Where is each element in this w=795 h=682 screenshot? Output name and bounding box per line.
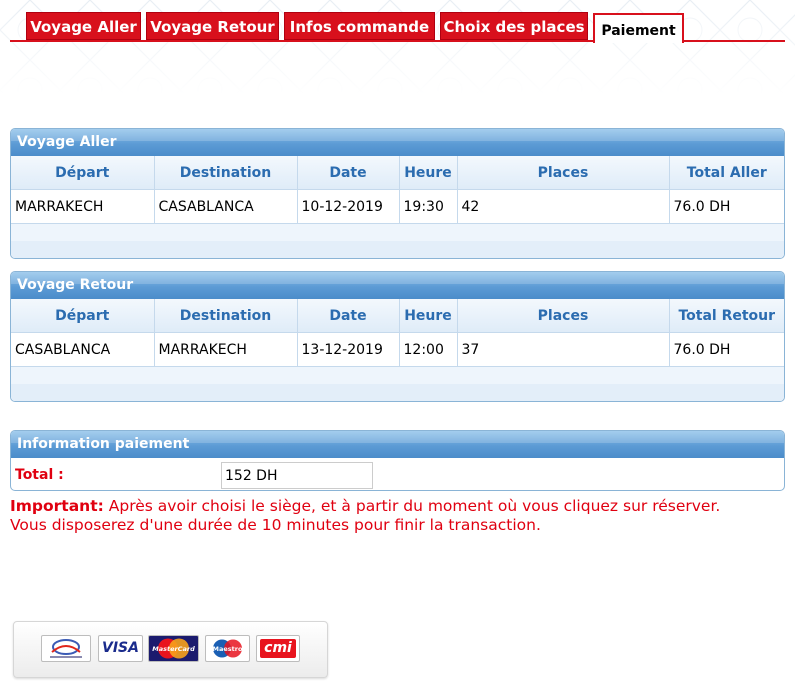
payment-info-panel: Information paiement Total : 152 DH — [10, 430, 785, 491]
voyage-retour-title: Voyage Retour — [11, 272, 784, 299]
important-notice: Important: Après avoir choisi le siège, … — [10, 497, 790, 535]
voyage-retour-panel: Voyage Retour Départ Destination Date He… — [10, 271, 785, 402]
tab-choix-des-places[interactable]: Choix des places — [440, 12, 588, 40]
important-label: Important: — [10, 497, 104, 515]
tab-voyage-aller[interactable]: Voyage Aller — [26, 12, 141, 40]
step-tabs: Voyage Aller Voyage Retour Infos command… — [0, 0, 795, 44]
maestro-card-icon: Maestro — [205, 635, 250, 662]
tab-voyage-retour[interactable]: Voyage Retour — [146, 12, 279, 40]
table-footer — [11, 224, 784, 258]
cell-places: 37 — [457, 332, 670, 367]
voyage-retour-table: Départ Destination Date Heure Places Tot… — [11, 299, 784, 367]
total-value-field: 152 DH — [221, 462, 373, 489]
cell-destination: CASABLANCA — [154, 189, 298, 224]
payment-cards-banner: VISA MasterCard Maestro cmi — [13, 621, 328, 678]
table-row: MARRAKECH CASABLANCA 10-12-2019 19:30 42… — [11, 189, 784, 224]
table-header-row: Départ Destination Date Heure Places Tot… — [11, 156, 784, 190]
cell-date: 10-12-2019 — [297, 189, 400, 224]
cmi-logo-icon: cmi — [256, 635, 300, 662]
column-header-date: Date — [297, 156, 400, 190]
cell-date: 13-12-2019 — [297, 332, 400, 367]
cell-total: 76.0 DH — [669, 189, 784, 224]
tab-infos-commande[interactable]: Infos commande — [284, 12, 435, 40]
cell-total: 76.0 DH — [669, 332, 784, 367]
maestro-label: Maestro — [213, 645, 243, 653]
column-header-heure: Heure — [399, 156, 458, 190]
column-header-destination: Destination — [154, 299, 298, 333]
cell-depart: MARRAKECH — [11, 189, 155, 224]
visa-card-icon: VISA — [98, 635, 143, 662]
voyage-aller-title: Voyage Aller — [11, 129, 784, 156]
column-header-total: Total Retour — [669, 299, 784, 333]
payment-info-title: Information paiement — [11, 431, 784, 458]
table-footer — [11, 367, 784, 401]
column-header-total: Total Aller — [669, 156, 784, 190]
cell-places: 42 — [457, 189, 670, 224]
table-row: CASABLANCA MARRAKECH 13-12-2019 12:00 37… — [11, 332, 784, 367]
column-header-depart: Départ — [11, 156, 155, 190]
mastercard-icon: MasterCard — [148, 635, 199, 662]
cmi-label: cmi — [260, 639, 296, 658]
table-header-row: Départ Destination Date Heure Places Tot… — [11, 299, 784, 333]
important-text-line2: Vous disposerez d'une durée de 10 minute… — [10, 516, 541, 534]
column-header-heure: Heure — [399, 299, 458, 333]
column-header-places: Places — [457, 156, 670, 190]
voyage-aller-table: Départ Destination Date Heure Places Tot… — [11, 156, 784, 224]
voyage-aller-panel: Voyage Aller Départ Destination Date Heu… — [10, 128, 785, 259]
column-header-destination: Destination — [154, 156, 298, 190]
mastercard-label: MasterCard — [152, 645, 195, 653]
cell-heure: 19:30 — [399, 189, 458, 224]
important-text-line1: Après avoir choisi le siège, et à partir… — [103, 497, 721, 515]
cell-destination: MARRAKECH — [154, 332, 298, 367]
column-header-places: Places — [457, 299, 670, 333]
total-row: Total : 152 DH — [11, 458, 784, 490]
column-header-depart: Départ — [11, 299, 155, 333]
cell-heure: 12:00 — [399, 332, 458, 367]
total-label: Total : — [15, 467, 64, 483]
cell-depart: CASABLANCA — [11, 332, 155, 367]
column-header-date: Date — [297, 299, 400, 333]
cmi-network-logo-icon — [41, 635, 91, 662]
tab-paiement[interactable]: Paiement — [593, 13, 684, 43]
